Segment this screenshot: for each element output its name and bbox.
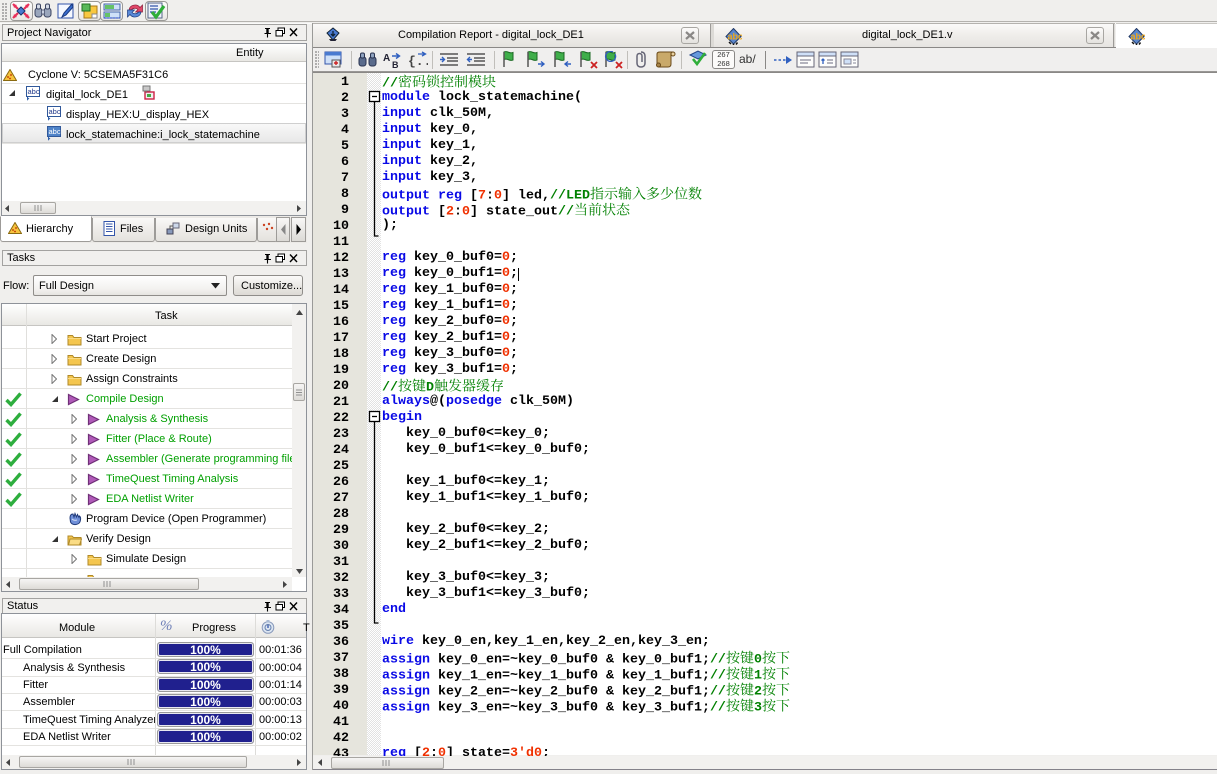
svg-text:{..}: {..}: [408, 54, 428, 69]
svg-text:abc: abc: [1131, 32, 1146, 42]
svg-text:abc: abc: [28, 87, 40, 96]
svg-text:abc: abc: [49, 107, 61, 116]
svg-text:A: A: [383, 53, 390, 64]
svg-text:B: B: [392, 60, 399, 69]
svg-text:abc: abc: [728, 32, 743, 42]
svg-text:abc: abc: [49, 127, 61, 136]
